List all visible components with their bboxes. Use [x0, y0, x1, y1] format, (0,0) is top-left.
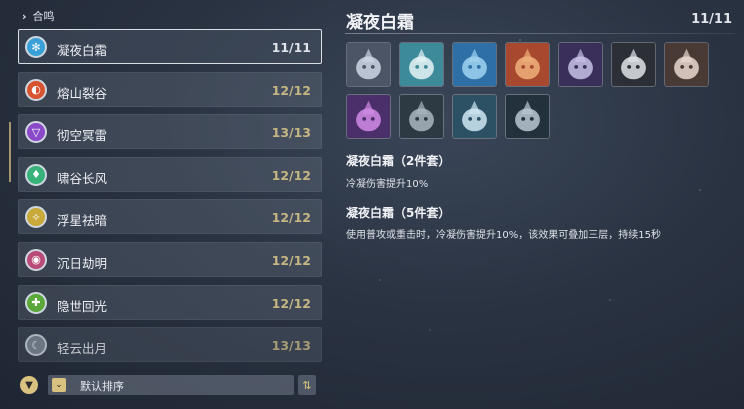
- sort-bar: ▼ ⌄ 默认排序 ⇅: [20, 375, 320, 395]
- moon-cloud-icon: ☾: [25, 334, 47, 357]
- detail-title: 凝夜白霜: [346, 13, 414, 33]
- set-item-wind[interactable]: ♦ 啸谷长风 12/12: [18, 156, 322, 192]
- monster-icon: [506, 43, 549, 86]
- monster-icon: [506, 95, 549, 138]
- monster-icon: [347, 43, 390, 86]
- set-item-name: 熔山裂谷: [57, 85, 108, 101]
- monster-icon: [559, 43, 602, 86]
- sun-icon: ◉: [25, 248, 47, 271]
- set-item-name: 轻云出月: [57, 341, 108, 357]
- set-item-count: 12/12: [271, 82, 311, 98]
- frost-echo-2-thumbnail[interactable]: [399, 42, 444, 87]
- scroll-indicator[interactable]: [9, 122, 11, 182]
- monster-icon: [400, 95, 443, 138]
- set-item-star[interactable]: ✧ 浮星祛暗 12/12: [18, 199, 322, 235]
- set-item-count: 11/11: [271, 40, 311, 55]
- set-item-count: 12/12: [271, 210, 311, 226]
- bonus-2-desc: 冷凝伤害提升10%: [346, 179, 429, 190]
- wind-icon: ♦: [25, 163, 47, 186]
- monster-icon: [453, 43, 496, 86]
- set-item-frost[interactable]: ✻ 凝夜白霜 11/11: [18, 29, 322, 64]
- filter-icon: ▼: [25, 379, 33, 391]
- bonus-5-desc: 使用普攻或重击时，冷凝伤害提升10%，该效果可叠加三层，持续15秒: [346, 230, 661, 241]
- monster-icon: [665, 43, 708, 86]
- set-item-count: 13/13: [271, 125, 311, 141]
- chevron-down-icon: ⌄: [52, 378, 66, 392]
- frost-echo-6-thumbnail[interactable]: [611, 42, 656, 87]
- sets-panel: › 合鸣 ✻ 凝夜白霜 11/11 ◐ 熔山裂谷 12/12 ▽ 彻空冥雷 13…: [0, 0, 330, 409]
- sort-order-button[interactable]: ⇅: [298, 375, 316, 395]
- cross-heal-icon: ✚: [25, 291, 47, 314]
- breadcrumb[interactable]: › 合鸣: [22, 8, 55, 24]
- thunder-icon: ▽: [25, 121, 47, 144]
- divider: [345, 33, 735, 34]
- monster-icon: [453, 95, 496, 138]
- set-item-name: 啸谷长风: [57, 170, 108, 186]
- frost-echo-9-thumbnail[interactable]: [399, 94, 444, 139]
- set-item-name: 彻空冥雷: [57, 128, 108, 144]
- flame-swirl-icon: ◐: [25, 78, 47, 101]
- chevron-right-icon: ›: [22, 9, 27, 23]
- set-item-sun[interactable]: ◉ 沉日劫明 12/12: [18, 241, 322, 277]
- set-item-count: 12/12: [271, 252, 311, 268]
- frost-echo-1-thumbnail[interactable]: [346, 42, 391, 87]
- sets-list: ✻ 凝夜白霜 11/11 ◐ 熔山裂谷 12/12 ▽ 彻空冥雷 13/13 ♦…: [18, 29, 322, 370]
- sort-select[interactable]: ⌄ 默认排序: [48, 375, 294, 395]
- monster-icon: [347, 95, 390, 138]
- filter-button[interactable]: ▼: [20, 376, 38, 394]
- set-item-name: 隐世回光: [57, 298, 108, 314]
- monster-icon: [400, 43, 443, 86]
- set-item-name: 沉日劫明: [57, 255, 108, 271]
- frost-echo-4-thumbnail[interactable]: [505, 42, 550, 87]
- set-item-count: 13/13: [271, 338, 311, 354]
- frost-echo-5-thumbnail[interactable]: [558, 42, 603, 87]
- set-item-moon[interactable]: ☾ 轻云出月 13/13: [18, 327, 322, 363]
- sort-select-label: 默认排序: [80, 380, 124, 393]
- breadcrumb-label: 合鸣: [32, 10, 55, 23]
- set-item-name: 凝夜白霜: [57, 43, 108, 58]
- frost-echo-10-thumbnail[interactable]: [452, 94, 497, 139]
- set-item-molten[interactable]: ◐ 熔山裂谷 12/12: [18, 71, 322, 107]
- snowflake-icon: ✻: [25, 36, 47, 58]
- frost-echo-8-thumbnail[interactable]: [346, 94, 391, 139]
- set-item-heal[interactable]: ✚ 隐世回光 12/12: [18, 284, 322, 320]
- bonus-2-title: 凝夜白霜（2件套）: [346, 154, 451, 168]
- sort-order-icon: ⇅: [302, 378, 312, 392]
- star-icon: ✧: [25, 206, 47, 229]
- frost-echo-11-thumbnail[interactable]: [505, 94, 550, 139]
- set-item-thunder[interactable]: ▽ 彻空冥雷 13/13: [18, 114, 322, 150]
- monster-icon: [612, 43, 655, 86]
- bonus-5-title: 凝夜白霜（5件套）: [346, 206, 451, 220]
- frost-echo-7-thumbnail[interactable]: [664, 42, 709, 87]
- frost-echo-3-thumbnail[interactable]: [452, 42, 497, 87]
- set-item-count: 12/12: [271, 167, 311, 183]
- set-item-count: 12/12: [271, 295, 311, 311]
- detail-count: 11/11: [691, 12, 732, 27]
- set-item-name: 浮星祛暗: [57, 213, 108, 229]
